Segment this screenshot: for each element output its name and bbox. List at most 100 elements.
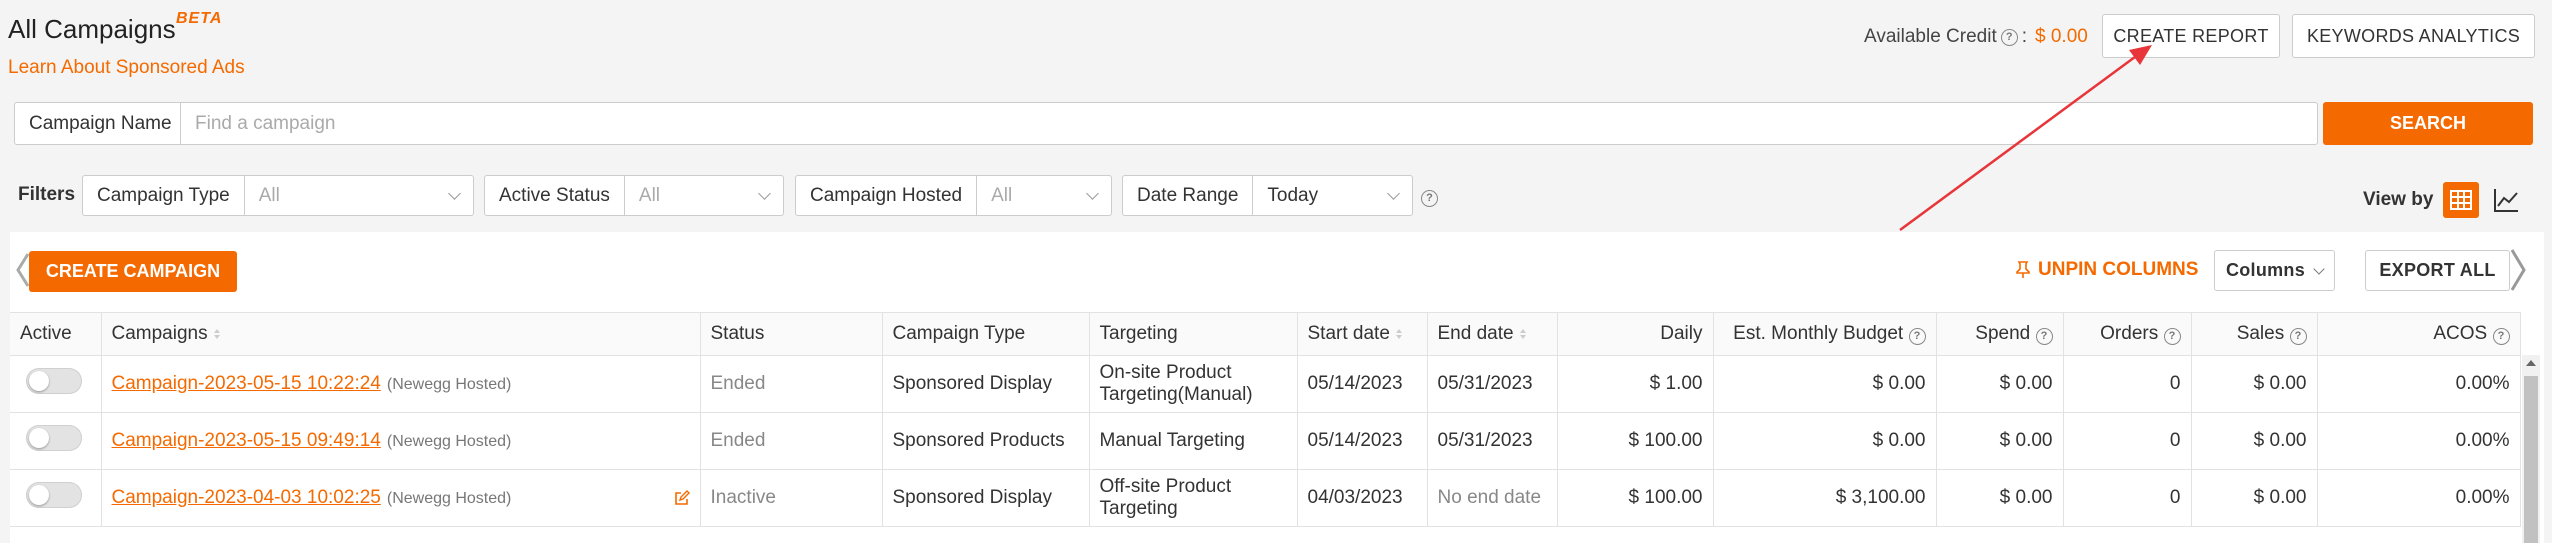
unpin-columns-button[interactable]: UNPIN COLUMNS: [2016, 259, 2198, 281]
help-icon[interactable]: ?: [2289, 328, 2307, 345]
targeting-cell: Off-site Product Targeting: [1089, 469, 1298, 527]
campaign-link[interactable]: Campaign-2023-04-03 10:02:25: [112, 487, 381, 508]
sales-cell: $ 0.00: [2191, 412, 2318, 470]
spend-cell: $ 0.00: [1936, 469, 2064, 527]
view-by-label: View by: [2363, 189, 2434, 210]
column-header-spend: Spend ?: [1936, 312, 2064, 356]
start-date-cell: 05/14/2023: [1297, 355, 1428, 413]
end-date-cell: 05/31/2023: [1427, 355, 1558, 413]
pin-icon: [2016, 261, 2030, 278]
column-header-sales: Sales ?: [2191, 312, 2318, 356]
sort-icon[interactable]: [1395, 328, 1402, 339]
filter-value: All: [638, 185, 661, 206]
columns-dropdown[interactable]: Columns: [2214, 250, 2335, 291]
column-header-campaigns[interactable]: Campaigns: [101, 312, 701, 356]
active-toggle[interactable]: [26, 425, 82, 451]
filter-label: Date Range: [1123, 176, 1254, 215]
sort-icon[interactable]: [1519, 328, 1526, 339]
filter-label: Campaign Type: [83, 176, 245, 215]
hosted-label: (Newegg Hosted): [386, 490, 512, 507]
help-icon[interactable]: ?: [1908, 328, 1926, 345]
column-header-end-date[interactable]: End date: [1427, 312, 1558, 356]
daily-cell: $ 100.00: [1557, 412, 1714, 470]
beta-badge: BETA: [176, 10, 223, 27]
table-row: Campaign-2023-05-15 09:49:14 (Newegg Host…: [10, 412, 2521, 470]
chart-view-button[interactable]: [2490, 184, 2522, 216]
campaign-link[interactable]: Campaign-2023-05-15 10:22:24: [112, 373, 381, 394]
table-row: Campaign-2023-05-15 10:22:24 (Newegg Host…: [10, 355, 2521, 413]
scroll-up-arrow-icon[interactable]: [2526, 360, 2536, 366]
filter-select[interactable]: All: [625, 176, 783, 215]
active-toggle[interactable]: [26, 482, 82, 508]
column-header-status: Status: [700, 312, 883, 356]
filter-select[interactable]: Today: [1253, 176, 1412, 215]
column-header-targeting: Targeting: [1089, 312, 1298, 356]
acos-cell: 0.00%: [2317, 355, 2521, 413]
filter-value: All: [258, 185, 280, 206]
help-icon[interactable]: ?: [2163, 328, 2181, 345]
filter-select[interactable]: All: [977, 176, 1111, 215]
orders-cell: 0: [2063, 469, 2192, 527]
status-cell: Inactive: [700, 469, 883, 527]
column-header-start-date[interactable]: Start date: [1297, 312, 1428, 356]
help-icon[interactable]: ?: [1421, 190, 1438, 207]
spend-cell: $ 0.00: [1936, 355, 2064, 413]
orders-cell: 0: [2063, 355, 2192, 413]
search-button[interactable]: SEARCH: [2323, 102, 2533, 145]
scroll-left-icon[interactable]: [16, 252, 30, 293]
sales-cell: $ 0.00: [2191, 469, 2318, 527]
campaign-type-cell: Sponsored Display: [882, 469, 1090, 527]
page-title: All Campaigns: [8, 14, 176, 44]
filter-active-status[interactable]: Active Status All: [484, 175, 784, 216]
hosted-label: (Newegg Hosted): [386, 433, 512, 450]
create-campaign-button[interactable]: CREATE CAMPAIGN: [29, 251, 237, 292]
grid-view-button[interactable]: [2443, 182, 2479, 218]
filter-campaign-type[interactable]: Campaign Type All: [82, 175, 474, 216]
column-header-campaign-type: Campaign Type: [882, 312, 1090, 356]
filter-label: Campaign Hosted: [796, 176, 978, 215]
acos-cell: 0.00%: [2317, 412, 2521, 470]
daily-cell: $ 100.00: [1557, 469, 1714, 527]
edit-icon[interactable]: [674, 490, 690, 512]
help-icon[interactable]: ?: [2035, 328, 2053, 345]
orders-cell: 0: [2063, 412, 2192, 470]
monthly-budget-cell: $ 0.00: [1713, 355, 1937, 413]
monthly-budget-cell: $ 0.00: [1713, 412, 1937, 470]
monthly-budget-cell: $ 3,100.00: [1713, 469, 1937, 527]
sales-cell: $ 0.00: [2191, 355, 2318, 413]
filter-campaign-hosted[interactable]: Campaign Hosted All: [795, 175, 1112, 216]
start-date-cell: 04/03/2023: [1297, 469, 1428, 527]
scroll-right-icon[interactable]: [2510, 248, 2526, 297]
keywords-analytics-button[interactable]: KEYWORDS ANALYTICS: [2292, 14, 2535, 58]
annotation-arrow: [1899, 45, 2152, 232]
table-row: Campaign-2023-04-03 10:02:25 (Newegg Host…: [10, 469, 2521, 527]
filter-value: All: [991, 185, 1013, 206]
export-all-button[interactable]: EXPORT ALL: [2365, 250, 2510, 291]
columns-label: Columns: [2225, 260, 2306, 280]
acos-cell: 0.00%: [2317, 469, 2521, 527]
filter-select[interactable]: All: [245, 176, 473, 215]
targeting-cell: On-site Product Targeting(Manual): [1089, 355, 1298, 413]
end-date-cell: 05/31/2023: [1427, 412, 1558, 470]
learn-sponsored-ads-link[interactable]: Learn About Sponsored Ads: [8, 57, 245, 79]
active-toggle[interactable]: [26, 368, 82, 394]
filter-date-range[interactable]: Date Range Today: [1122, 175, 1413, 216]
table-grid-icon: [2450, 190, 2472, 210]
sort-icon[interactable]: [213, 328, 220, 339]
column-header-daily: Daily: [1557, 312, 1714, 356]
chevron-down-icon: [758, 187, 771, 200]
campaigns-table: Active Campaigns Status Campaign Type Ta…: [10, 312, 2521, 527]
campaign-link[interactable]: Campaign-2023-05-15 09:49:14: [112, 430, 381, 451]
spend-cell: $ 0.00: [1936, 412, 2064, 470]
chevron-down-icon: [448, 187, 461, 200]
status-cell: Ended: [700, 355, 883, 413]
scrollbar-thumb[interactable]: [2524, 376, 2538, 543]
campaign-type-cell: Sponsored Products: [882, 412, 1090, 470]
filters-label: Filters: [18, 184, 76, 205]
hosted-label: (Newegg Hosted): [386, 376, 512, 393]
chevron-down-icon: [2313, 262, 2325, 275]
daily-cell: $ 1.00: [1557, 355, 1714, 413]
chevron-down-icon: [1086, 187, 1099, 200]
table-header-row: Active Campaigns Status Campaign Type Ta…: [10, 312, 2521, 356]
help-icon[interactable]: ?: [2492, 328, 2510, 345]
